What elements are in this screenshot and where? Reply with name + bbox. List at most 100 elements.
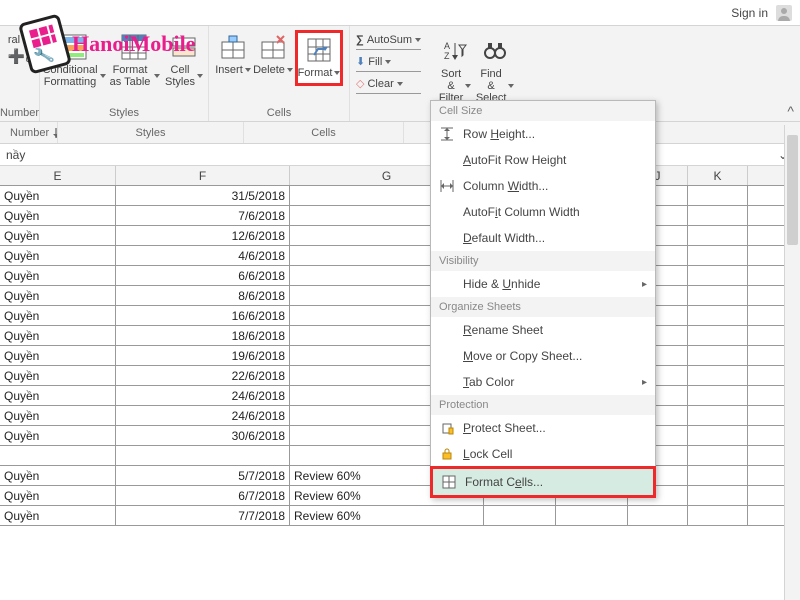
- cell[interactable]: [0, 446, 116, 465]
- cell[interactable]: [688, 446, 748, 465]
- menu-hide-unhide[interactable]: Hide & Unhide▸: [431, 271, 655, 297]
- cell[interactable]: [688, 246, 748, 265]
- vertical-scrollbar[interactable]: [784, 125, 800, 600]
- cell[interactable]: Quyền: [0, 386, 116, 405]
- col-header-E[interactable]: E: [0, 166, 116, 185]
- table-row[interactable]: Quyền12/6/2018: [0, 226, 800, 246]
- signin-link[interactable]: Sign in: [731, 6, 768, 20]
- menu-autofit-row-height[interactable]: AutoFit Row Height: [431, 147, 655, 173]
- table-row[interactable]: Quyền18/6/2018: [0, 326, 800, 346]
- table-row[interactable]: Quyền24/6/2018: [0, 406, 800, 426]
- cell[interactable]: 30/6/2018: [116, 426, 290, 445]
- table-row[interactable]: Quyền7/6/2018: [0, 206, 800, 226]
- menu-default-width[interactable]: Default Width...: [431, 225, 655, 251]
- cell[interactable]: 24/6/2018: [116, 406, 290, 425]
- menu-move-copy-sheet[interactable]: Move or Copy Sheet...: [431, 343, 655, 369]
- collapse-ribbon-icon[interactable]: ^: [787, 103, 794, 119]
- col-header-F[interactable]: F: [116, 166, 290, 185]
- table-row[interactable]: Quyền6/6/2018: [0, 266, 800, 286]
- cell[interactable]: [688, 306, 748, 325]
- menu-tab-color[interactable]: Tab Color▸: [431, 369, 655, 395]
- cell[interactable]: [688, 326, 748, 345]
- cell[interactable]: Quyền: [0, 426, 116, 445]
- cell[interactable]: [628, 506, 688, 525]
- cell[interactable]: Quyền: [0, 486, 116, 505]
- autosum-button[interactable]: ∑AutoSum: [356, 30, 421, 50]
- cell[interactable]: 7/6/2018: [116, 206, 290, 225]
- table-row[interactable]: Quyền30/6/2018: [0, 426, 800, 446]
- cell[interactable]: Quyền: [0, 306, 116, 325]
- menu-row-height[interactable]: Row Height...: [431, 121, 655, 147]
- menu-rename-sheet[interactable]: Rename Sheet: [431, 317, 655, 343]
- table-row[interactable]: Quyền6/7/2018Review 60%: [0, 486, 800, 506]
- cell[interactable]: 31/5/2018: [116, 186, 290, 205]
- sort-filter-button[interactable]: AZ Sort & Filter: [437, 34, 473, 106]
- cell[interactable]: 5/7/2018: [116, 466, 290, 485]
- table-row[interactable]: Quyền22/6/2018: [0, 366, 800, 386]
- col-header-K[interactable]: K: [688, 166, 748, 185]
- number-format-selector[interactable]: ral: [8, 34, 20, 46]
- cell[interactable]: 18/6/2018: [116, 326, 290, 345]
- menu-lock-cell[interactable]: Lock Cell: [431, 441, 655, 467]
- cell[interactable]: 8/6/2018: [116, 286, 290, 305]
- cell[interactable]: [688, 426, 748, 445]
- table-row[interactable]: [0, 446, 800, 466]
- cell[interactable]: Quyền: [0, 186, 116, 205]
- cell[interactable]: [688, 386, 748, 405]
- cell[interactable]: [688, 286, 748, 305]
- table-row[interactable]: Quyền31/5/2018: [0, 186, 800, 206]
- cell[interactable]: [688, 466, 748, 485]
- menu-column-width[interactable]: Column Width...: [431, 173, 655, 199]
- cell[interactable]: 4/6/2018: [116, 246, 290, 265]
- table-row[interactable]: Quyền5/7/2018Review 60%: [0, 466, 800, 486]
- cell[interactable]: Quyền: [0, 366, 116, 385]
- cell[interactable]: Review 60%: [290, 506, 484, 525]
- menu-autofit-col-width[interactable]: AutoFit Column Width: [431, 199, 655, 225]
- cell[interactable]: [688, 486, 748, 505]
- menu-protect-sheet[interactable]: Protect Sheet...: [431, 415, 655, 441]
- cell[interactable]: Quyền: [0, 246, 116, 265]
- cell[interactable]: [116, 446, 290, 465]
- cell[interactable]: 6/7/2018: [116, 486, 290, 505]
- spreadsheet-grid[interactable]: E F G J K Quyền31/5/2018Quyền7/6/2018Quy…: [0, 166, 800, 526]
- table-row[interactable]: Quyền8/6/2018: [0, 286, 800, 306]
- clear-button[interactable]: ◇Clear: [356, 74, 421, 94]
- scrollbar-thumb[interactable]: [787, 135, 798, 245]
- cell[interactable]: [688, 346, 748, 365]
- cell[interactable]: Quyền: [0, 506, 116, 525]
- cell[interactable]: 16/6/2018: [116, 306, 290, 325]
- cell[interactable]: 19/6/2018: [116, 346, 290, 365]
- cell[interactable]: Quyền: [0, 266, 116, 285]
- cell[interactable]: Quyền: [0, 326, 116, 345]
- table-row[interactable]: Quyền19/6/2018: [0, 346, 800, 366]
- cell[interactable]: Quyền: [0, 286, 116, 305]
- table-row[interactable]: Quyền7/7/2018Review 60%: [0, 506, 800, 526]
- dialog-launcher-icon[interactable]: [55, 128, 57, 138]
- cell[interactable]: [688, 366, 748, 385]
- menu-format-cells[interactable]: Format Cells...: [430, 466, 656, 498]
- cell[interactable]: Quyền: [0, 466, 116, 485]
- cell[interactable]: Quyền: [0, 346, 116, 365]
- cell[interactable]: Quyền: [0, 206, 116, 225]
- cell[interactable]: 12/6/2018: [116, 226, 290, 245]
- cell[interactable]: [688, 226, 748, 245]
- insert-button[interactable]: Insert: [215, 30, 251, 78]
- cell[interactable]: 22/6/2018: [116, 366, 290, 385]
- delete-button[interactable]: Delete: [255, 30, 291, 78]
- cell[interactable]: [556, 506, 628, 525]
- cell[interactable]: [688, 206, 748, 225]
- cell[interactable]: 7/7/2018: [116, 506, 290, 525]
- cell[interactable]: [688, 406, 748, 425]
- formula-bar[interactable]: nầy ⌄: [0, 144, 800, 166]
- cell[interactable]: 6/6/2018: [116, 266, 290, 285]
- cell[interactable]: [688, 186, 748, 205]
- table-row[interactable]: Quyền4/6/2018: [0, 246, 800, 266]
- user-avatar-icon[interactable]: [776, 5, 792, 21]
- table-row[interactable]: Quyền24/6/2018: [0, 386, 800, 406]
- cell[interactable]: [484, 506, 556, 525]
- cell[interactable]: Quyền: [0, 226, 116, 245]
- format-button[interactable]: Format: [295, 30, 343, 86]
- fill-button[interactable]: ⬇Fill: [356, 52, 421, 72]
- cell[interactable]: Quyền: [0, 406, 116, 425]
- find-select-button[interactable]: Find & Select: [477, 34, 513, 106]
